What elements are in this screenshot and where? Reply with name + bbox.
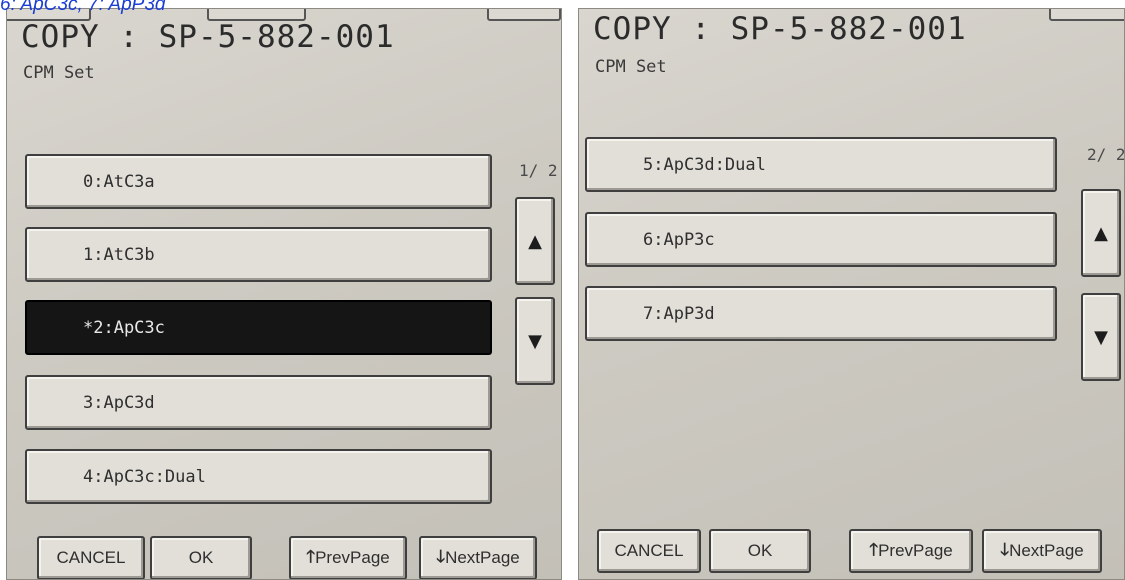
prev-page-button[interactable]: 🡑 PrevPage [289, 536, 407, 579]
up-arrow-icon: 🡑 [869, 539, 879, 559]
option-label: 5:ApC3d:Dual [643, 154, 766, 175]
down-arrow-icon: 🡓 [1000, 539, 1010, 559]
cpm-option-2-selected[interactable]: *2:ApC3c [25, 300, 492, 355]
option-label: 1:AtC3b [83, 244, 155, 265]
prev-page-label: PrevPage [878, 541, 953, 560]
down-triangle-icon: ▼ [1094, 326, 1108, 348]
copier-screen-page-1: COPY : SP-5-882-001 CPM Set 1/ 2 0:AtC3a… [6, 8, 562, 580]
ok-label: OK [188, 548, 214, 567]
cancel-label: CANCEL [614, 541, 684, 560]
copier-screen-page-2: COPY : SP-5-882-001 CPM Set 2/ 2 5:ApC3d… [578, 8, 1125, 580]
screen-title: COPY : SP-5-882-001 [593, 11, 967, 47]
cpm-option-0[interactable]: 0:AtC3a [25, 154, 492, 209]
scroll-down-button[interactable]: ▼ [515, 297, 555, 385]
option-label: 6:ApP3c [643, 229, 715, 250]
ok-button[interactable]: OK [709, 529, 811, 573]
scroll-down-button[interactable]: ▼ [1081, 293, 1121, 381]
next-page-button[interactable]: 🡓 NextPage [982, 529, 1102, 573]
prev-page-label: PrevPage [315, 548, 390, 567]
top-button-stub[interactable] [487, 9, 561, 21]
next-page-button[interactable]: 🡓 NextPage [419, 536, 537, 579]
ok-label: OK [747, 541, 773, 560]
cpm-option-7[interactable]: 7:ApP3d [585, 286, 1057, 341]
next-page-label: NextPage [1009, 541, 1084, 560]
cancel-label: CANCEL [56, 548, 126, 567]
up-triangle-icon: ▲ [1094, 222, 1108, 244]
option-label: 7:ApP3d [643, 303, 715, 324]
screen-subtitle: CPM Set [23, 63, 95, 83]
scroll-up-button[interactable]: ▲ [515, 197, 555, 285]
cpm-option-5[interactable]: 5:ApC3d:Dual [585, 137, 1057, 192]
image-caption: 6: ApC3c, 7: ApP3d [0, 0, 166, 15]
page-indicator: 1/ 2 [519, 161, 558, 180]
page-indicator: 2/ 2 [1087, 145, 1125, 164]
option-label: 0:AtC3a [83, 171, 155, 192]
top-button-stub[interactable] [1049, 9, 1124, 21]
cpm-option-1[interactable]: 1:AtC3b [25, 227, 492, 282]
scroll-up-button[interactable]: ▲ [1081, 189, 1121, 277]
ok-button[interactable]: OK [150, 536, 252, 579]
up-arrow-icon: 🡑 [306, 546, 316, 566]
prev-page-button[interactable]: 🡑 PrevPage [849, 529, 973, 573]
cancel-button[interactable]: CANCEL [597, 529, 701, 573]
next-page-label: NextPage [445, 548, 520, 567]
cpm-option-4[interactable]: 4:ApC3c:Dual [25, 449, 492, 504]
screen-title: COPY : SP-5-882-001 [21, 19, 395, 55]
screen-subtitle: CPM Set [595, 57, 667, 77]
panel-divider [562, 8, 578, 580]
cpm-option-3[interactable]: 3:ApC3d [25, 375, 492, 430]
down-triangle-icon: ▼ [528, 330, 542, 352]
down-arrow-icon: 🡓 [436, 546, 446, 566]
option-label: *2:ApC3c [83, 317, 165, 338]
cancel-button[interactable]: CANCEL [37, 536, 145, 579]
option-label: 4:ApC3c:Dual [83, 466, 206, 487]
cpm-option-6[interactable]: 6:ApP3c [585, 212, 1057, 267]
up-triangle-icon: ▲ [528, 230, 542, 252]
option-label: 3:ApC3d [83, 392, 155, 413]
